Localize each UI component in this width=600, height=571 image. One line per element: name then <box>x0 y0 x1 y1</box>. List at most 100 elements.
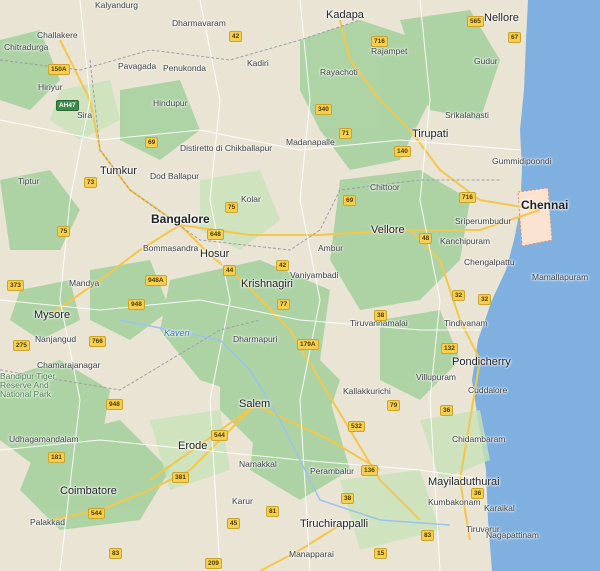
highway-shield: 32 <box>478 294 492 305</box>
town-pavagada[interactable]: Pavagada <box>118 61 156 71</box>
highway-shield: 766 <box>89 336 106 347</box>
city-vellore[interactable]: Vellore <box>371 224 405 236</box>
town-rajampet[interactable]: Rajampet <box>371 46 407 56</box>
highway-shield: 36 <box>440 405 454 416</box>
town-chitradurga[interactable]: Chitradurga <box>4 42 48 52</box>
city-hosur[interactable]: Hosur <box>200 248 229 260</box>
highway-shield: 77 <box>277 299 291 310</box>
highway-shield: 136 <box>361 465 378 476</box>
town-sira[interactable]: Sira <box>77 110 92 120</box>
town-namakkal[interactable]: Namakkal <box>239 459 277 469</box>
highway-shield: 373 <box>7 280 24 291</box>
town-vaniyambadi[interactable]: Vaniyambadi <box>290 270 339 280</box>
highway-shield: 48 <box>419 233 433 244</box>
highway-shield: 38 <box>374 310 388 321</box>
town-karaikal[interactable]: Karaikal <box>484 503 515 513</box>
highway-shield: 181 <box>48 452 65 463</box>
town-tiptur[interactable]: Tiptur <box>18 176 39 186</box>
town-perambalur[interactable]: Perambalur <box>310 466 354 476</box>
chennai-boundary <box>517 187 553 247</box>
town-madanapalle[interactable]: Madanapalle <box>286 137 335 147</box>
town-villupuram[interactable]: Villupuram <box>416 372 456 382</box>
town-kadiri[interactable]: Kadiri <box>247 58 269 68</box>
town-dharmapuri[interactable]: Dharmapuri <box>233 334 277 344</box>
highway-shield: 73 <box>84 177 98 188</box>
town-sriperumbudur[interactable]: Sriperumbudur <box>455 216 511 226</box>
town-chamarajanagar[interactable]: Chamarajanagar <box>37 360 100 370</box>
highway-shield: 716 <box>459 192 476 203</box>
highway-shield: 544 <box>211 430 228 441</box>
city-mayiladuthurai[interactable]: Mayiladuthurai <box>428 476 500 488</box>
city-chennai[interactable]: Chennai <box>521 198 568 212</box>
town-dharmavaram[interactable]: Dharmavaram <box>172 18 226 28</box>
highway-shield: 132 <box>441 343 458 354</box>
highway-shield: 544 <box>88 508 105 519</box>
town-dod-ballapur[interactable]: Dod Ballapur <box>150 171 199 181</box>
town-chengalpattu[interactable]: Chengalpattu <box>464 257 515 267</box>
city-bangalore[interactable]: Bangalore <box>151 212 210 226</box>
town-nanjangud[interactable]: Nanjangud <box>35 334 76 344</box>
highway-shield: 83 <box>421 530 435 541</box>
town-ambur[interactable]: Ambur <box>318 243 343 253</box>
town-kolar[interactable]: Kolar <box>241 194 261 204</box>
town-hindupur[interactable]: Hindupur <box>153 98 188 108</box>
town-gummidipoondi[interactable]: Gummidipoondi <box>492 156 552 166</box>
town-karur[interactable]: Karur <box>232 496 253 506</box>
town-mandya[interactable]: Mandya <box>69 278 99 288</box>
map-canvas[interactable]: Bangalore Chennai Mysore Hosur Krishnagi… <box>0 0 600 571</box>
highway-shield: 81 <box>266 506 280 517</box>
highway-shield: 32 <box>452 290 466 301</box>
highway-shield: AH47 <box>56 100 79 111</box>
city-tirupati[interactable]: Tirupati <box>412 128 448 140</box>
highway-shield: 36 <box>471 488 485 499</box>
city-krishnagiri[interactable]: Krishnagiri <box>241 278 293 290</box>
city-tiruchirappalli[interactable]: Tiruchirappalli <box>300 518 368 530</box>
city-kadapa[interactable]: Kadapa <box>326 9 364 21</box>
highway-shield: 209 <box>205 558 222 569</box>
town-chittoor[interactable]: Chittoor <box>370 182 400 192</box>
town-tindivanam[interactable]: Tindivanam <box>444 318 488 328</box>
highway-shield: 948 <box>128 299 145 310</box>
town-udhagamandalam[interactable]: Udhagamandalam <box>9 434 78 444</box>
highway-shield: 42 <box>229 31 243 42</box>
city-pondicherry[interactable]: Pondicherry <box>452 356 511 368</box>
river-kaveri-label: Kaveri <box>164 328 190 338</box>
town-bommasandra[interactable]: Bommasandra <box>143 243 198 253</box>
town-penukonda[interactable]: Penukonda <box>163 63 206 73</box>
highway-shield: 79 <box>387 400 401 411</box>
highway-shield: 648 <box>207 229 224 240</box>
town-chidambaram[interactable]: Chidambaram <box>452 434 505 444</box>
city-nellore[interactable]: Nellore <box>484 12 519 24</box>
city-coimbatore[interactable]: Coimbatore <box>60 485 117 497</box>
town-nagapattinam[interactable]: Nagapattinam <box>486 530 539 540</box>
city-erode[interactable]: Erode <box>178 440 207 452</box>
highway-shield: 140 <box>394 146 411 157</box>
town-cuddalore[interactable]: Cuddalore <box>468 385 507 395</box>
town-gudur[interactable]: Gudur <box>474 56 498 66</box>
town-manapparai[interactable]: Manapparai <box>289 549 334 559</box>
highway-shield: 948 <box>106 399 123 410</box>
town-rayachoti[interactable]: Rayachoti <box>320 67 358 77</box>
highway-shield: 42 <box>276 260 290 271</box>
town-chikballapur[interactable]: Distiretto di Chikballapur <box>180 143 272 153</box>
town-srikalahasti[interactable]: Srikalahasti <box>445 110 489 120</box>
town-kallakkurichi[interactable]: Kallakkurichi <box>343 386 391 396</box>
town-palakkad[interactable]: Palakkad <box>30 517 65 527</box>
town-challakere[interactable]: Challakere <box>37 30 78 40</box>
town-mamallapuram[interactable]: Mamallapuram <box>532 272 588 282</box>
highway-shield: 38 <box>341 493 355 504</box>
highway-shield: 532 <box>348 421 365 432</box>
town-kanchipuram[interactable]: Kanchipuram <box>440 236 490 246</box>
highway-shield: 71 <box>339 128 353 139</box>
highway-shield: 340 <box>315 104 332 115</box>
highway-shield: 565 <box>467 16 484 27</box>
park-bandipur[interactable]: Bandipur Tiger Reserve And National Park <box>0 372 70 399</box>
highway-shield: 67 <box>508 32 522 43</box>
highway-shield: 75 <box>225 202 239 213</box>
city-tumkur[interactable]: Tumkur <box>100 165 137 177</box>
city-mysore[interactable]: Mysore <box>34 309 70 321</box>
city-salem[interactable]: Salem <box>239 398 270 410</box>
highway-shield: 275 <box>13 340 30 351</box>
town-kalyandurg[interactable]: Kalyandurg <box>95 0 138 10</box>
town-hiriyur[interactable]: Hiriyur <box>38 82 63 92</box>
